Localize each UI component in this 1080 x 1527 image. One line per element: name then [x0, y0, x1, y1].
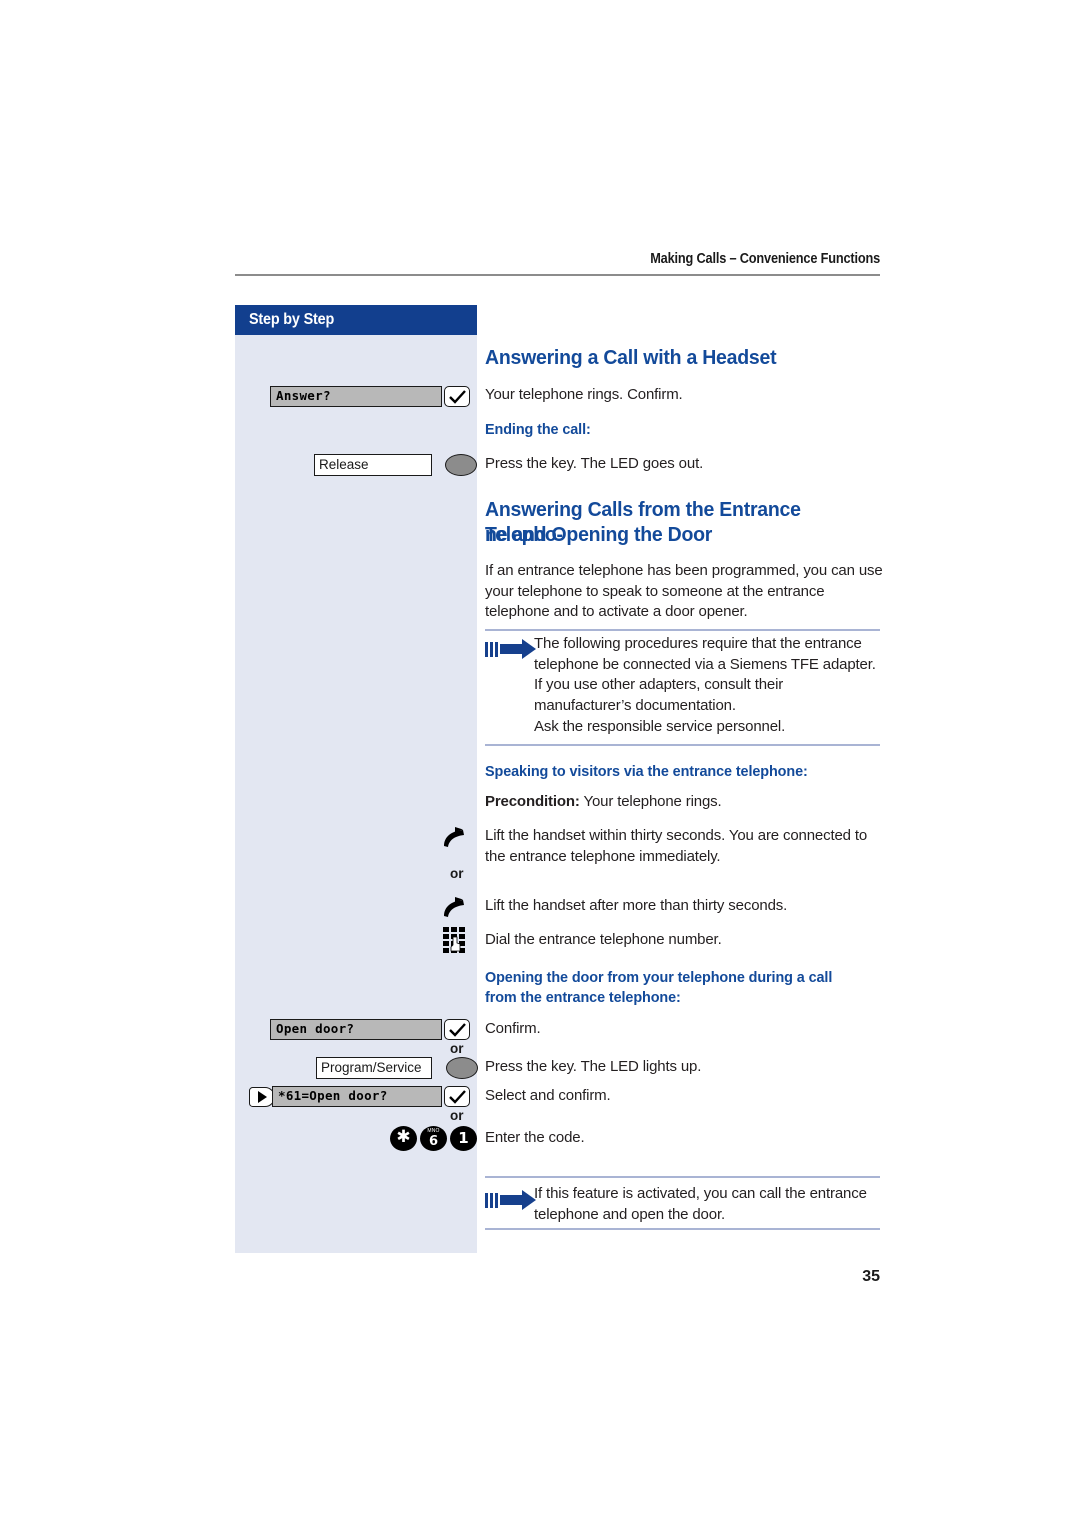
release-key-led — [445, 454, 477, 476]
page-number: 35 — [862, 1268, 880, 1285]
or-label-1: or — [450, 1041, 464, 1056]
answer-display-box[interactable]: Answer? — [270, 386, 442, 407]
subheading-opening-door-line1: Opening the door from your telephone dur… — [485, 969, 833, 986]
step-select-and-confirm: Select and confirm. — [485, 1087, 611, 1104]
subheading-opening-door-line2: from the entrance telephone: — [485, 989, 681, 1006]
program-service-key-led — [446, 1057, 478, 1079]
dial-keypad-icon — [443, 927, 466, 953]
arrow-right-icon — [500, 638, 537, 660]
keypad-key-6[interactable]: MNO 6 — [420, 1126, 447, 1151]
note1-top-rule — [485, 629, 880, 631]
code-ok-key[interactable] — [444, 1086, 470, 1107]
lift-handset-icon — [440, 827, 470, 849]
note2-line1: If this feature is activated, you can ca… — [534, 1185, 867, 1223]
keypad-key-label: 6 — [428, 1134, 439, 1149]
section-heading-entrance-line2: ne and Opening the Door — [485, 523, 713, 546]
section1-intro: Your telephone rings. Confirm. — [485, 386, 683, 403]
note-arrow-icon — [485, 638, 537, 660]
step-enter-code: Enter the code. — [485, 1129, 585, 1146]
section-heading-headset: Answering a Call with a Headset — [485, 346, 777, 369]
keypad-key-label: ✱ — [396, 1127, 411, 1147]
note1-line3: Ask the responsible service personnel. — [534, 718, 786, 735]
arrow-right-icon — [500, 1189, 537, 1211]
program-service-key[interactable]: Program/Service — [316, 1057, 432, 1079]
precondition-label: Precondition: — [485, 793, 580, 810]
step-by-step-column: Step by Step — [235, 305, 477, 1253]
section1-instruction: Press the key. The LED goes out. — [485, 455, 704, 472]
note-arrow-icon — [485, 1189, 537, 1211]
precondition-line: Precondition: Your telephone rings. — [485, 792, 883, 813]
step-by-step-header: Step by Step — [235, 305, 477, 335]
note1-bottom-rule — [485, 744, 880, 746]
note2-top-rule — [485, 1176, 880, 1178]
note2-bottom-rule — [485, 1228, 880, 1230]
confirm-ok-key[interactable] — [444, 386, 470, 407]
or-label-2: or — [450, 1108, 464, 1123]
step-lift-handset-30s: Lift the handset within thirty seconds. … — [485, 827, 868, 865]
step-press-key-led: Press the key. The LED lights up. — [485, 1058, 702, 1075]
step-dial-entrance-number: Dial the entrance telephone number. — [485, 931, 722, 948]
running-header: Making Calls – Convenience Functions — [650, 251, 880, 267]
step-by-step-title: Step by Step — [249, 311, 335, 328]
precondition-text: Your telephone rings. — [583, 793, 722, 810]
keypad-key-label: 1 — [458, 1129, 469, 1147]
open-door-display-box[interactable]: Open door? — [270, 1019, 442, 1040]
keypad-key-1[interactable]: 1 — [450, 1126, 477, 1151]
step-lift-handset-after-30s: Lift the handset after more than thirty … — [485, 897, 788, 914]
release-key[interactable]: Release — [314, 454, 432, 476]
or-label-3: or — [450, 866, 464, 881]
lift-handset-icon — [440, 897, 470, 919]
header-rule — [235, 274, 880, 276]
keypad-key-star[interactable]: ✱ — [390, 1126, 417, 1151]
subheading-ending-the-call: Ending the call: — [485, 421, 591, 438]
note1-line2: If you use other adapters, consult their… — [534, 676, 784, 714]
subheading-speaking-to-visitors: Speaking to visitors via the entrance te… — [485, 763, 808, 780]
section2-intro: If an entrance telephone has been progra… — [485, 562, 883, 620]
code-display-box[interactable]: *61=Open door? — [272, 1086, 442, 1107]
open-door-ok-key[interactable] — [444, 1019, 470, 1040]
note1-line1: The following procedures require that th… — [534, 635, 876, 673]
step-confirm: Confirm. — [485, 1020, 541, 1037]
